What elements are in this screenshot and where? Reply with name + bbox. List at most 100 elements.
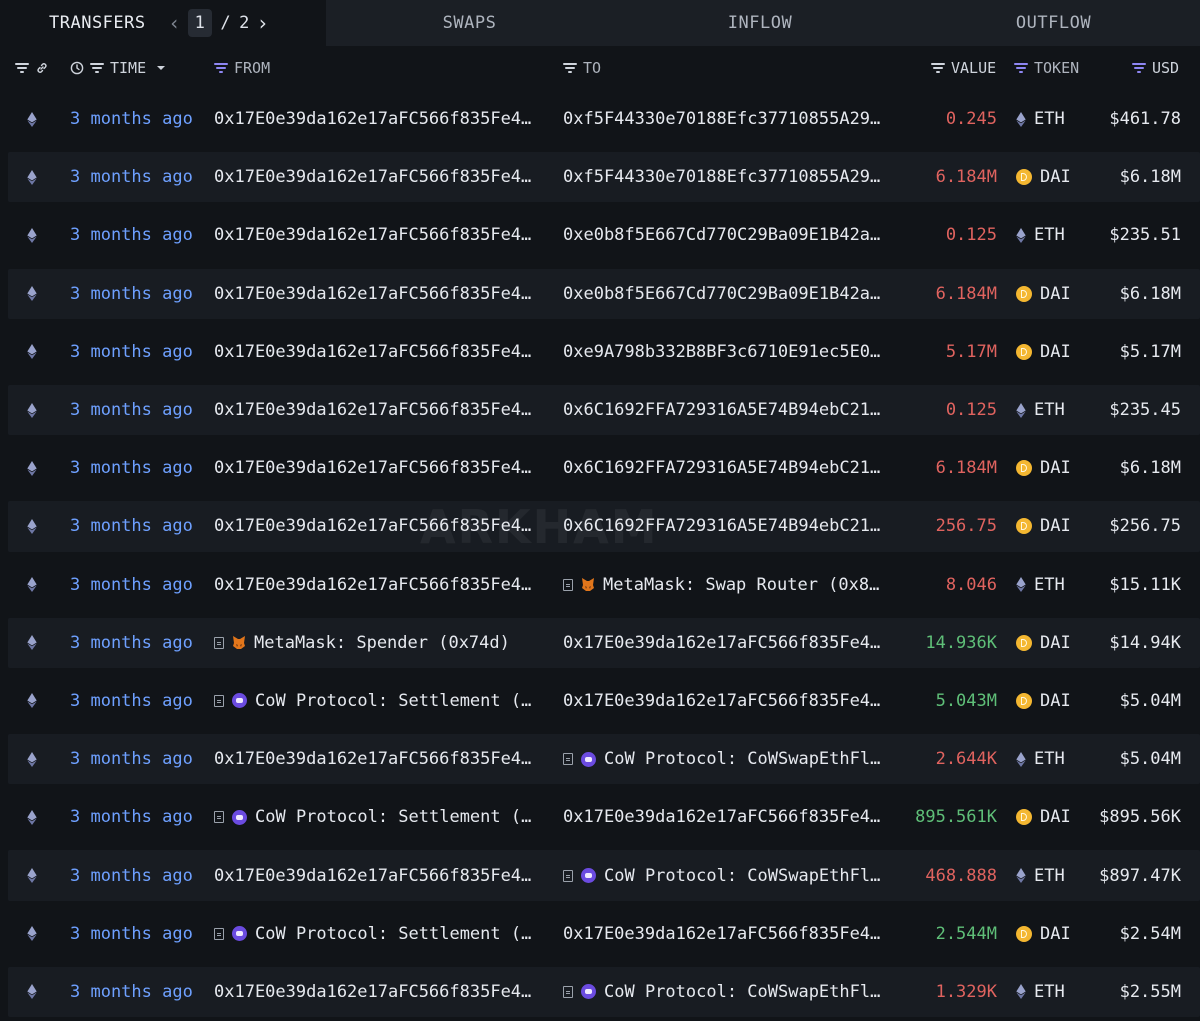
time-cell[interactable]: 3 months ago — [70, 381, 193, 439]
time-cell[interactable]: 3 months ago — [70, 614, 193, 672]
time-cell[interactable]: 3 months ago — [70, 963, 193, 1021]
table-row[interactable]: 3 months ago 0x17E0e39da162e17aFC566f835F… — [0, 497, 1200, 555]
table-row[interactable]: 3 months ago 0x17E0e39da162e17aFC566f835F… — [0, 90, 1200, 148]
token-cell[interactable]: DAI — [1016, 905, 1071, 963]
address-label[interactable]: CoW Protocol: Settlement (… — [255, 924, 531, 944]
token-cell[interactable]: DAI — [1016, 788, 1071, 846]
link-icon[interactable] — [35, 61, 49, 75]
address-label[interactable]: 0xe0b8f5E667Cd770C29Ba09E1B42a… — [563, 284, 880, 304]
to-column-header[interactable]: TO — [563, 47, 601, 89]
to-cell[interactable]: 0xe0b8f5E667Cd770C29Ba09E1B42a… — [563, 265, 893, 323]
to-cell[interactable]: 0x17E0e39da162e17aFC566f835Fe4… — [563, 672, 893, 730]
from-cell[interactable]: 0x17E0e39da162e17aFC566f835Fe4… — [214, 730, 544, 788]
address-label[interactable]: MetaMask: Spender (0x74d) — [254, 633, 510, 653]
time-cell[interactable]: 3 months ago — [70, 497, 193, 555]
table-row[interactable]: 3 months ago 0x17E0e39da162e17aFC566f835F… — [0, 206, 1200, 264]
address-label[interactable]: 0xf5F44330e70188Efc37710855A29… — [563, 167, 880, 187]
address-label[interactable]: 0x17E0e39da162e17aFC566f835Fe4… — [214, 982, 531, 1002]
table-row[interactable]: 3 months ago CoW Protocol: Settlement (… 0… — [0, 672, 1200, 730]
token-cell[interactable]: ETH — [1016, 730, 1065, 788]
table-row[interactable]: 3 months ago MetaMask: Spender (0x74d) 0x1… — [0, 614, 1200, 672]
to-cell[interactable]: 0xe0b8f5E667Cd770C29Ba09E1B42a… — [563, 206, 893, 264]
address-label[interactable]: 0x6C1692FFA729316A5E74B94ebC21… — [563, 516, 880, 536]
value-column-header[interactable]: VALUE — [931, 47, 996, 89]
to-cell[interactable]: 0xf5F44330e70188Efc37710855A29… — [563, 148, 893, 206]
address-label[interactable]: CoW Protocol: CoWSwapEthFl… — [604, 982, 880, 1002]
to-cell[interactable]: 0x17E0e39da162e17aFC566f835Fe4… — [563, 905, 893, 963]
to-cell[interactable]: 0xf5F44330e70188Efc37710855A29… — [563, 90, 893, 148]
filter-icon[interactable] — [15, 63, 29, 73]
table-row[interactable]: 3 months ago 0x17E0e39da162e17aFC566f835F… — [0, 439, 1200, 497]
address-label[interactable]: 0xe0b8f5E667Cd770C29Ba09E1B42a… — [563, 225, 880, 245]
filter-icon[interactable] — [931, 63, 945, 73]
from-cell[interactable]: 0x17E0e39da162e17aFC566f835Fe4… — [214, 265, 544, 323]
token-cell[interactable]: DAI — [1016, 497, 1071, 555]
address-label[interactable]: 0x17E0e39da162e17aFC566f835Fe4… — [214, 458, 531, 478]
address-label[interactable]: 0x17E0e39da162e17aFC566f835Fe4… — [214, 400, 531, 420]
address-label[interactable]: CoW Protocol: CoWSwapEthFl… — [604, 749, 880, 769]
token-cell[interactable]: DAI — [1016, 265, 1071, 323]
token-cell[interactable]: ETH — [1016, 381, 1065, 439]
from-cell[interactable]: 0x17E0e39da162e17aFC566f835Fe4… — [214, 846, 544, 904]
time-cell[interactable]: 3 months ago — [70, 265, 193, 323]
token-cell[interactable]: DAI — [1016, 323, 1071, 381]
address-label[interactable]: MetaMask: Swap Router (0x8… — [603, 575, 879, 595]
caret-down-icon[interactable] — [156, 65, 166, 71]
token-cell[interactable]: ETH — [1016, 846, 1065, 904]
filter-icon[interactable] — [90, 63, 104, 73]
address-label[interactable]: 0x17E0e39da162e17aFC566f835Fe4… — [214, 516, 531, 536]
to-cell[interactable]: CoW Protocol: CoWSwapEthFl… — [563, 846, 893, 904]
address-label[interactable]: CoW Protocol: CoWSwapEthFl… — [604, 866, 880, 886]
tab-transfers[interactable]: TRANSFERS ‹ 1 / 2 › — [0, 0, 326, 46]
from-cell[interactable]: 0x17E0e39da162e17aFC566f835Fe4… — [214, 381, 544, 439]
address-label[interactable]: CoW Protocol: Settlement (… — [255, 691, 531, 711]
from-cell[interactable]: 0x17E0e39da162e17aFC566f835Fe4… — [214, 556, 544, 614]
table-row[interactable]: 3 months ago 0x17E0e39da162e17aFC566f835F… — [0, 323, 1200, 381]
time-cell[interactable]: 3 months ago — [70, 846, 193, 904]
time-cell[interactable]: 3 months ago — [70, 730, 193, 788]
to-cell[interactable]: 0x17E0e39da162e17aFC566f835Fe4… — [563, 788, 893, 846]
time-column-header[interactable]: TIME — [70, 47, 166, 89]
table-row[interactable]: 3 months ago CoW Protocol: Settlement (… 0… — [0, 788, 1200, 846]
time-cell[interactable]: 3 months ago — [70, 323, 193, 381]
token-cell[interactable]: ETH — [1016, 963, 1065, 1021]
to-cell[interactable]: 0x17E0e39da162e17aFC566f835Fe4… — [563, 614, 893, 672]
token-cell[interactable]: DAI — [1016, 148, 1071, 206]
filter-icon[interactable] — [1014, 63, 1028, 73]
from-cell[interactable]: CoW Protocol: Settlement (… — [214, 672, 544, 730]
address-label[interactable]: 0x17E0e39da162e17aFC566f835Fe4… — [563, 807, 880, 827]
token-cell[interactable]: DAI — [1016, 614, 1071, 672]
address-label[interactable]: 0x17E0e39da162e17aFC566f835Fe4… — [214, 575, 531, 595]
address-label[interactable]: CoW Protocol: Settlement (… — [255, 807, 531, 827]
address-label[interactable]: 0x17E0e39da162e17aFC566f835Fe4… — [563, 633, 880, 653]
to-cell[interactable]: 0x6C1692FFA729316A5E74B94ebC21… — [563, 381, 893, 439]
to-cell[interactable]: CoW Protocol: CoWSwapEthFl… — [563, 963, 893, 1021]
address-label[interactable]: 0x17E0e39da162e17aFC566f835Fe4… — [563, 691, 880, 711]
to-cell[interactable]: 0xe9A798b332B8BF3c6710E91ec5E0… — [563, 323, 893, 381]
page-current[interactable]: 1 — [187, 9, 213, 37]
token-cell[interactable]: ETH — [1016, 556, 1065, 614]
from-cell[interactable]: CoW Protocol: Settlement (… — [214, 905, 544, 963]
to-cell[interactable]: 0x6C1692FFA729316A5E74B94ebC21… — [563, 439, 893, 497]
token-cell[interactable]: ETH — [1016, 206, 1065, 264]
time-cell[interactable]: 3 months ago — [70, 905, 193, 963]
to-cell[interactable]: 0x6C1692FFA729316A5E74B94ebC21… — [563, 497, 893, 555]
address-label[interactable]: 0x17E0e39da162e17aFC566f835Fe4… — [214, 225, 531, 245]
filter-icon[interactable] — [563, 63, 577, 73]
table-row[interactable]: 3 months ago CoW Protocol: Settlement (… 0… — [0, 905, 1200, 963]
from-cell[interactable]: 0x17E0e39da162e17aFC566f835Fe4… — [214, 963, 544, 1021]
to-cell[interactable]: MetaMask: Swap Router (0x8… — [563, 556, 893, 614]
from-cell[interactable]: MetaMask: Spender (0x74d) — [214, 614, 544, 672]
tab-inflow[interactable]: INFLOW — [613, 0, 907, 46]
address-label[interactable]: 0x17E0e39da162e17aFC566f835Fe4… — [214, 109, 531, 129]
from-cell[interactable]: 0x17E0e39da162e17aFC566f835Fe4… — [214, 323, 544, 381]
address-label[interactable]: 0xf5F44330e70188Efc37710855A29… — [563, 109, 880, 129]
table-row[interactable]: 3 months ago 0x17E0e39da162e17aFC566f835F… — [0, 265, 1200, 323]
time-cell[interactable]: 3 months ago — [70, 439, 193, 497]
time-cell[interactable]: 3 months ago — [70, 672, 193, 730]
token-cell[interactable]: ETH — [1016, 90, 1065, 148]
filter-icon[interactable] — [1132, 63, 1146, 73]
table-row[interactable]: 3 months ago 0x17E0e39da162e17aFC566f835F… — [0, 730, 1200, 788]
chevron-right-icon[interactable]: › — [254, 11, 272, 35]
address-label[interactable]: 0x17E0e39da162e17aFC566f835Fe4… — [214, 342, 531, 362]
